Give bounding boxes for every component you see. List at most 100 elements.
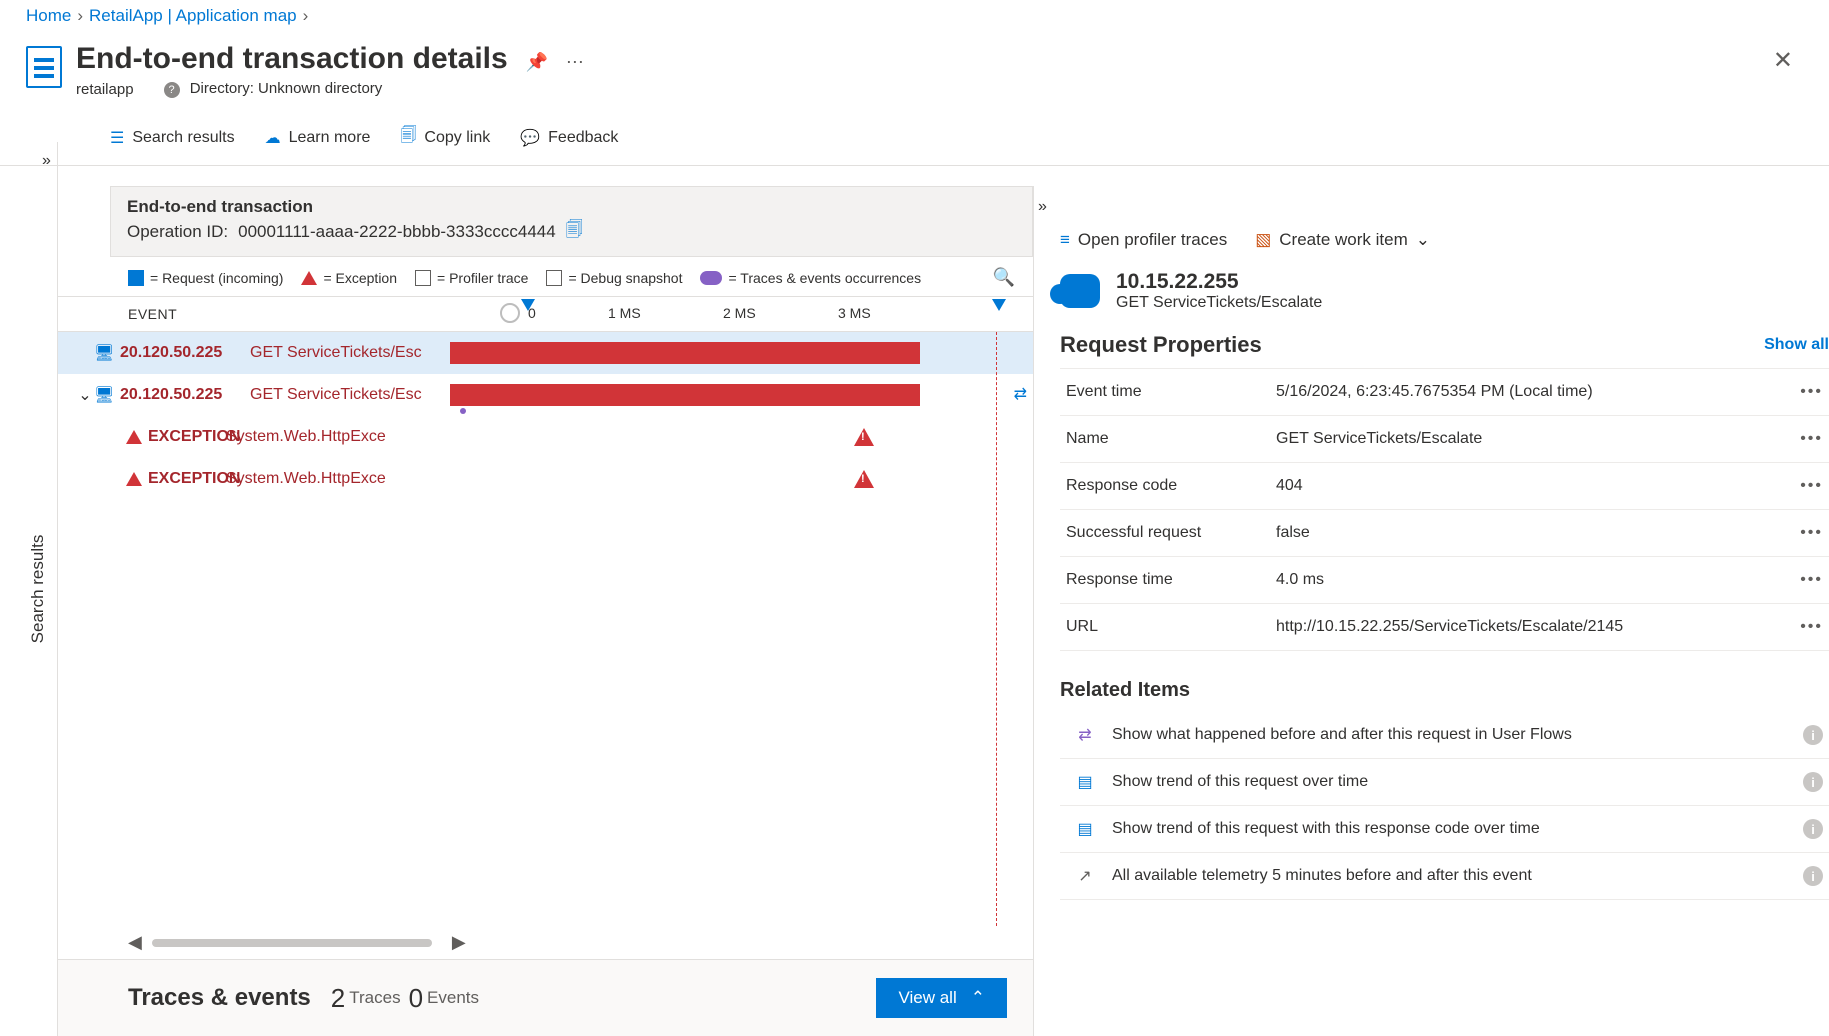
close-icon[interactable]: ✕ (1763, 42, 1803, 79)
copy-operation-id-icon[interactable]: 🗐 (566, 217, 583, 246)
row-more-icon[interactable]: ••• (1800, 618, 1823, 636)
legend-debug-icon (546, 270, 562, 286)
page-subtitle: retailapp (76, 81, 134, 98)
event-row-exception-1[interactable]: EXCEPTION System.Web.HttpExce (58, 416, 1033, 458)
prop-row-response-code[interactable]: Response code 404 ••• (1060, 463, 1829, 510)
event-operation: GET ServiceTickets/Esc (250, 386, 450, 404)
related-label: Show what happened before and after this… (1112, 726, 1572, 744)
toolbar: ☰ Search results ☁ Learn more 🗐 Copy lin… (0, 112, 1829, 166)
row-more-icon[interactable]: ••• (1800, 383, 1823, 401)
horizontal-scrollbar[interactable]: ◀ ▶ (58, 926, 1033, 959)
profiler-icon: ≡ (1060, 230, 1070, 250)
tick-3: 3 MS (838, 305, 871, 321)
related-label: Show trend of this request over time (1112, 773, 1368, 791)
chevron-up-icon: ⌃ (971, 988, 985, 1008)
exception-text: System.Web.HttpExce (226, 428, 416, 446)
prop-row-response-time[interactable]: Response time 4.0 ms ••• (1060, 557, 1829, 604)
exception-text: System.Web.HttpExce (226, 470, 416, 488)
view-all-button[interactable]: View all ⌃ (876, 978, 1007, 1018)
expand-sidebar-icon[interactable]: » (0, 142, 57, 170)
row-more-icon[interactable]: ••• (1800, 477, 1823, 495)
prop-key: Name (1066, 430, 1276, 448)
external-icon: ↗ (1076, 866, 1094, 886)
related-trend-response-code[interactable]: ▤ Show trend of this request with this r… (1060, 806, 1829, 853)
show-all-link[interactable]: Show all (1764, 336, 1829, 354)
row-more-icon[interactable]: ••• (1800, 430, 1823, 448)
chart-icon: ▤ (1076, 819, 1094, 839)
trace-occurrence-icon (460, 408, 466, 414)
toolbar-search-results[interactable]: ☰ Search results (110, 128, 235, 148)
timeline-end-marker[interactable] (992, 299, 1006, 311)
search-icon[interactable]: 🔍 (993, 267, 1015, 288)
expand-properties-icon[interactable]: » (1034, 194, 1829, 222)
sidebar-label[interactable]: Search results (28, 535, 48, 644)
row-more-icon[interactable]: ••• (1800, 524, 1823, 542)
exception-marker-icon (854, 428, 874, 446)
pin-icon[interactable]: 📌 (526, 52, 548, 72)
breadcrumb: Home › RetailApp | Application map › (0, 0, 1829, 32)
exception-icon (126, 472, 142, 486)
create-work-item[interactable]: ▧ Create work item ⌄ (1255, 230, 1430, 250)
toolbar-learn-more[interactable]: ☁ Learn more (265, 128, 371, 148)
scroll-left-icon[interactable]: ◀ (128, 932, 142, 953)
toolbar-feedback[interactable]: 💬 Feedback (520, 128, 618, 148)
prop-key: Response time (1066, 571, 1276, 589)
sidebar-collapsed: » Search results (0, 142, 58, 1036)
breadcrumb-home[interactable]: Home (26, 6, 71, 26)
prop-key: URL (1066, 618, 1276, 636)
prop-key: Successful request (1066, 524, 1276, 542)
info-icon[interactable]: i (1803, 772, 1823, 792)
flow-icon[interactable]: ⇄ (1014, 384, 1027, 404)
chevron-down-icon: ⌄ (1416, 230, 1430, 250)
breadcrumb-sep: › (77, 6, 83, 26)
related-user-flows[interactable]: ⇄ Show what happened before and after th… (1060, 712, 1829, 759)
events-count-label: Events (427, 988, 479, 1008)
scroll-thumb[interactable] (152, 939, 432, 947)
breadcrumb-app[interactable]: RetailApp | Application map (89, 6, 297, 26)
more-icon[interactable]: ⋯ (566, 52, 584, 72)
timeline-axis[interactable]: 0 1 MS 2 MS 3 MS (528, 301, 1033, 327)
scroll-right-icon[interactable]: ▶ (452, 932, 466, 953)
prop-row-successful[interactable]: Successful request false ••• (1060, 510, 1829, 557)
event-row-request-2[interactable]: ⌄ 🖥 20.120.50.225 GET ServiceTickets/Esc… (58, 374, 1033, 416)
legend-request-label: = Request (incoming) (150, 270, 283, 286)
event-ip: 20.120.50.225 (120, 386, 250, 404)
event-row-request-1[interactable]: 🖥 20.120.50.225 GET ServiceTickets/Esc (58, 332, 1033, 374)
tick-1: 1 MS (608, 305, 641, 321)
page-title: End-to-end transaction details (76, 42, 508, 76)
duration-bar (450, 342, 920, 364)
open-profiler-label: Open profiler traces (1078, 230, 1227, 250)
directory-label: ? Directory: Unknown directory (164, 80, 383, 98)
prop-row-url[interactable]: URL http://10.15.22.255/ServiceTickets/E… (1060, 604, 1829, 651)
toolbar-copy-link[interactable]: 🗐 Copy link (400, 124, 490, 151)
events-count: 0 (409, 983, 423, 1014)
exception-marker-icon (854, 470, 874, 488)
prop-row-name[interactable]: Name GET ServiceTickets/Escalate ••• (1060, 416, 1829, 463)
related-trend[interactable]: ▤ Show trend of this request over time i (1060, 759, 1829, 806)
event-row-exception-2[interactable]: EXCEPTION System.Web.HttpExce (58, 458, 1033, 500)
timeline-header: EVENT 0 1 MS 2 MS 3 MS (58, 297, 1033, 332)
related-telemetry[interactable]: ↗ All available telemetry 5 minutes befo… (1060, 853, 1829, 900)
request-properties-title: Request Properties (1060, 332, 1262, 358)
transaction-pane: End-to-end transaction Operation ID: 000… (58, 186, 1034, 1036)
traces-count-label: Traces (349, 988, 400, 1008)
traces-footer: Traces & events 2 Traces 0 Events View a… (58, 959, 1033, 1036)
prop-value: 5/16/2024, 6:23:45.7675354 PM (Local tim… (1276, 383, 1800, 401)
info-icon[interactable]: i (1803, 819, 1823, 839)
transaction-header: End-to-end transaction Operation ID: 000… (110, 186, 1033, 257)
toolbar-feedback-label: Feedback (548, 129, 618, 147)
row-more-icon[interactable]: ••• (1800, 571, 1823, 589)
server-icon: 🖥 (94, 385, 114, 405)
chevron-down-icon[interactable]: ⌄ (76, 385, 94, 405)
prop-value: false (1276, 524, 1800, 542)
info-icon[interactable]: i (1803, 725, 1823, 745)
properties-table: Event time 5/16/2024, 6:23:45.7675354 PM… (1060, 368, 1829, 651)
legend-request-icon (128, 270, 144, 286)
info-icon[interactable]: i (1803, 866, 1823, 886)
open-profiler-traces[interactable]: ≡ Open profiler traces (1060, 230, 1227, 250)
tick-0: 0 (528, 305, 536, 321)
legend-traces-label: = Traces & events occurrences (728, 270, 921, 286)
related-label: All available telemetry 5 minutes before… (1112, 867, 1532, 885)
operation-id-label: Operation ID: (127, 222, 228, 242)
prop-row-event-time[interactable]: Event time 5/16/2024, 6:23:45.7675354 PM… (1060, 368, 1829, 416)
